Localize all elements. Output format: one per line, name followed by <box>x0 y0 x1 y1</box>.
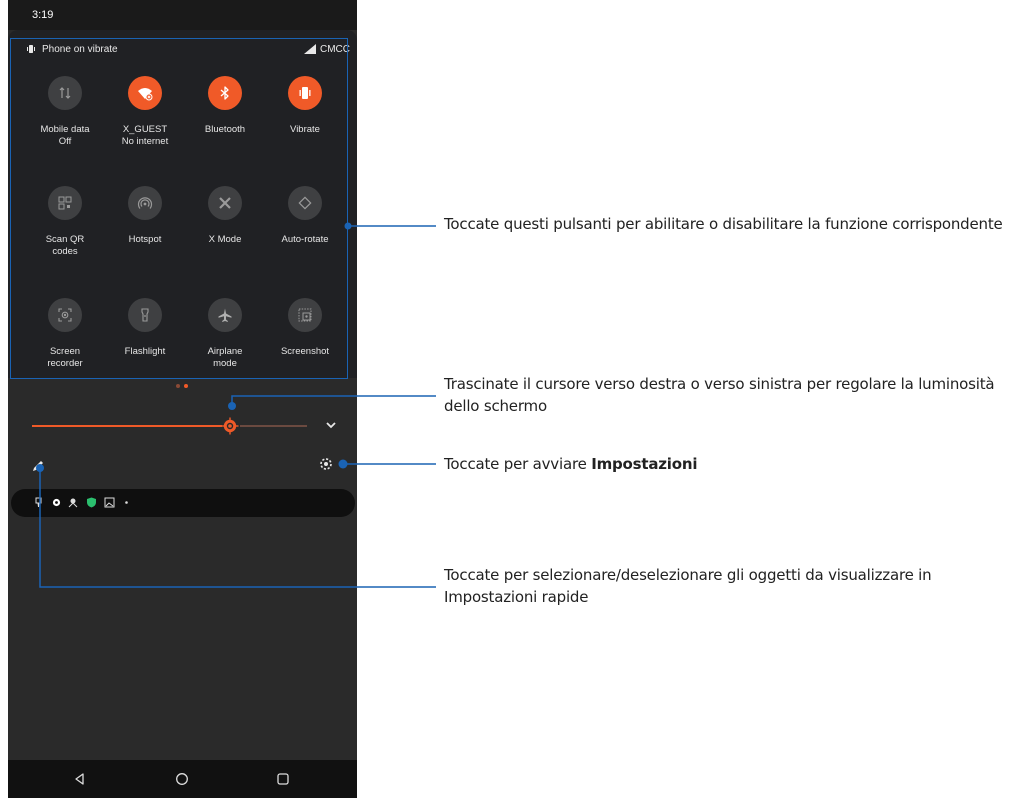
tile-wifi[interactable]: X_GUEST No internet <box>106 76 186 176</box>
callout-tiles-text: Toccate questi pulsanti per abilitare o … <box>444 215 1003 233</box>
tile-label: Mobile data Off <box>40 124 90 147</box>
pin-icon <box>35 497 42 508</box>
gear-icon <box>52 498 61 507</box>
vibrate-icon <box>288 76 322 110</box>
tile-bluetooth[interactable]: Bluetooth <box>186 76 266 176</box>
callout-edit-text: Toccate per selezionare/deselezionare gl… <box>444 566 932 606</box>
bluetooth-icon <box>208 76 242 110</box>
tile-label: X Mode <box>208 234 242 245</box>
tile-screenshot[interactable]: Screenshot <box>266 298 346 398</box>
airplane-icon <box>208 298 242 332</box>
image-icon <box>104 497 115 508</box>
quick-settings-panel: Phone on vibrate CMCC Mobile data Off X_… <box>8 30 357 378</box>
flashlight-icon <box>128 298 162 332</box>
tile-screen-recorder[interactable]: Screen recorder <box>26 298 106 398</box>
hotspot-icon <box>128 186 162 220</box>
tile-label: Vibrate <box>290 124 320 135</box>
qr-code-icon <box>48 186 82 220</box>
vibrate-icon <box>27 45 35 53</box>
callout-brightness-text: Trascinate il cursore verso destra o ver… <box>444 375 995 415</box>
quick-settings-header: Phone on vibrate CMCC <box>8 40 357 60</box>
clock: 3:19 <box>32 9 54 21</box>
phone-screen: 3:19 Phone on vibrate CMCC Mobile data O… <box>8 0 357 798</box>
tile-flashlight[interactable]: Flashlight <box>106 298 186 398</box>
tile-vibrate[interactable]: Vibrate <box>266 76 346 176</box>
phone-status-text: Phone on vibrate <box>42 44 118 55</box>
brightness-fill <box>32 425 222 427</box>
page-dot <box>184 384 188 388</box>
tile-auto-rotate[interactable]: Auto-rotate <box>266 186 346 286</box>
recents-icon[interactable] <box>275 771 291 787</box>
x-mode-icon <box>208 186 242 220</box>
screen-recorder-icon <box>48 298 82 332</box>
notification-icons-bar <box>11 489 355 517</box>
chevron-down-icon[interactable] <box>324 418 338 432</box>
navigation-bar <box>8 760 357 798</box>
tile-label: Screenshot <box>280 346 330 357</box>
tile-label: Screen recorder <box>47 346 83 369</box>
game-icon <box>68 498 78 508</box>
tile-scan-qr[interactable]: Scan QR codes <box>26 186 106 286</box>
carrier-name: CMCC <box>320 44 350 55</box>
more-dot-icon <box>125 501 128 504</box>
page-indicator <box>176 384 196 390</box>
brightness-slider[interactable] <box>32 414 307 438</box>
mobile-data-icon <box>48 76 82 110</box>
status-bar: 3:19 <box>8 0 357 30</box>
tile-label: Flashlight <box>124 346 166 357</box>
screenshot-icon <box>288 298 322 332</box>
page-dot <box>176 384 180 388</box>
callout-settings-text: Toccate per avviare Impostazioni <box>444 453 1024 475</box>
tile-label: X_GUEST No internet <box>121 124 169 147</box>
signal-icon <box>304 44 316 54</box>
tile-label: Auto-rotate <box>281 234 329 245</box>
tile-label: Scan QR codes <box>45 234 85 257</box>
shield-icon <box>87 497 96 508</box>
brightness-icon[interactable] <box>221 417 239 435</box>
brightness-track <box>240 425 307 427</box>
edit-icon[interactable] <box>30 458 46 474</box>
tile-label: Airplane mode <box>207 346 243 369</box>
tile-label: Hotspot <box>128 234 162 245</box>
tile-x-mode[interactable]: X Mode <box>186 186 266 286</box>
wifi-icon <box>128 76 162 110</box>
tile-mobile-data[interactable]: Mobile data Off <box>26 76 106 176</box>
tile-airplane-mode[interactable]: Airplane mode <box>186 298 266 398</box>
tile-label: Bluetooth <box>204 124 246 135</box>
gear-icon[interactable] <box>318 456 334 472</box>
callout-settings-prefix: Toccate per avviare <box>444 455 592 473</box>
callout-settings-bold: Impostazioni <box>591 455 698 473</box>
auto-rotate-icon <box>288 186 322 220</box>
tile-hotspot[interactable]: Hotspot <box>106 186 186 286</box>
back-icon[interactable] <box>72 771 88 787</box>
home-icon[interactable] <box>174 771 190 787</box>
